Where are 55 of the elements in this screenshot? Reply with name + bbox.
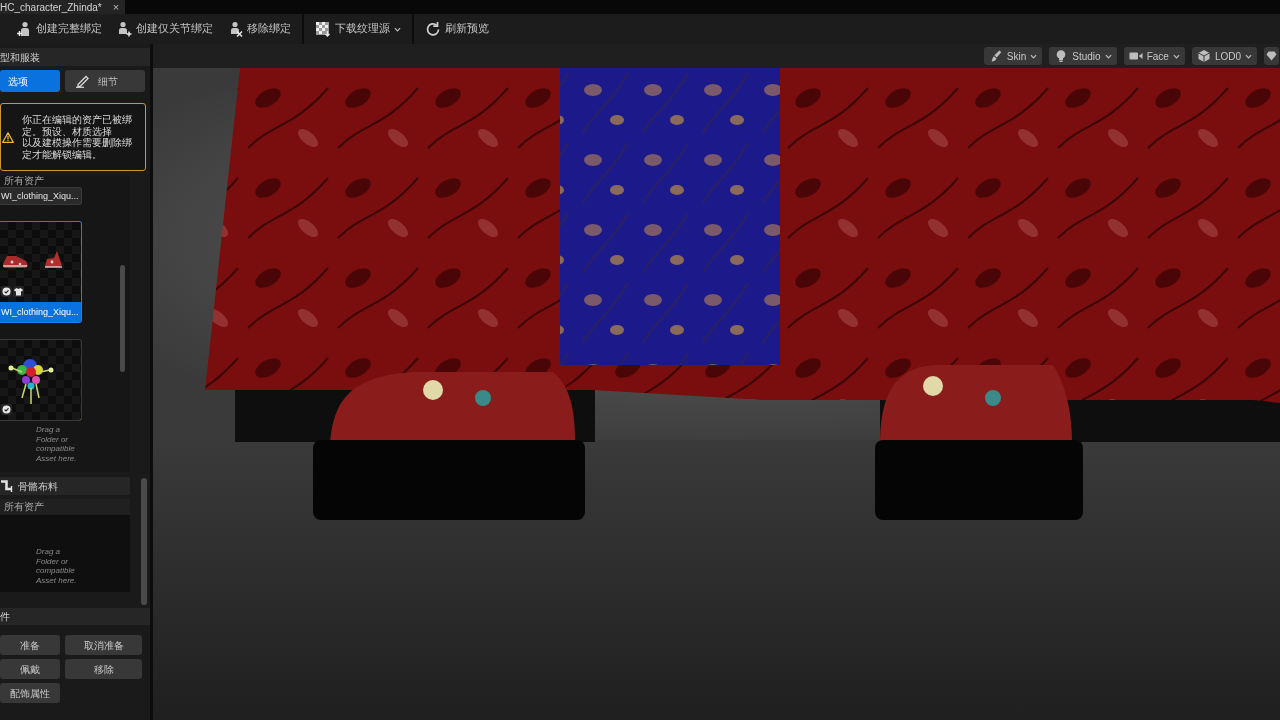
toolbar-button[interactable]: 刷新预览 (418, 16, 496, 42)
action-button[interactable]: 准备 (0, 635, 60, 655)
toolbar-button[interactable]: 创建仅关节绑定 (109, 16, 220, 42)
toolbar-button[interactable]: 移除绑定 (220, 16, 298, 42)
action-button[interactable]: 移除 (65, 659, 142, 679)
warning-text: 以及建模操作需要删除绑定才能解锁编辑。 (22, 137, 133, 160)
check-icon (1, 286, 12, 297)
asset-card[interactable]: WI_clothing_Xiqu... (0, 221, 82, 323)
checkerboard-icon (315, 21, 331, 37)
diamond-icon (1266, 51, 1277, 61)
section-header[interactable]: 型和服装 (0, 48, 150, 66)
bent-pipe-icon (0, 480, 13, 492)
section-title: 型和服装 (0, 50, 40, 65)
section-title: 骨骼布料 (18, 479, 58, 494)
close-button[interactable]: × (109, 1, 123, 13)
warning-text: 你正在编辑的资产已被绑定。预设、材质选择 (22, 114, 133, 137)
shirt-icon (13, 286, 24, 297)
figure-plus-icon (16, 21, 32, 37)
drop-hint: Drag a Folder or compatible Asset here. (36, 425, 78, 464)
scrollbar-thumb[interactable] (141, 478, 147, 605)
scrollbar-thumb[interactable] (120, 265, 125, 372)
document-tab[interactable]: HC_character_Zhinda* × (0, 0, 126, 14)
asset-card[interactable]: WI_clothing_Xiqu... (0, 187, 82, 205)
warning-icon (2, 131, 14, 143)
asset-card[interactable] (0, 339, 82, 421)
filter-label: 所有资产 (3, 175, 45, 187)
figure-plus-icon (116, 21, 132, 37)
viewport-button[interactable] (1264, 47, 1279, 65)
panel-tab[interactable]: 选项 (0, 70, 60, 92)
viewport-button[interactable]: Face (1123, 47, 1185, 65)
accessory-thumbnail-drawing (8, 359, 54, 405)
caret-icon (1245, 53, 1252, 59)
refresh-icon (425, 21, 441, 37)
caret-icon (1030, 53, 1038, 59)
action-button[interactable]: 佩戴 (0, 659, 60, 679)
section-header[interactable]: 骨骼布料 (0, 477, 130, 495)
panel-tab[interactable]: 细节 (65, 70, 145, 92)
drop-hint: Drag a Folder or compatible Asset here. (36, 547, 78, 586)
viewport-button[interactable]: Studio (1049, 47, 1117, 65)
brush-icon (988, 49, 1003, 63)
caret-icon (1104, 53, 1112, 59)
filter-label: 所有资产 (3, 501, 44, 513)
viewport-button[interactable]: Skin (983, 47, 1043, 65)
cube-icon (1196, 49, 1211, 63)
pencil-icon (75, 74, 90, 88)
action-button[interactable]: 配饰属性 (0, 683, 60, 703)
toolbar-button[interactable]: 创建完整绑定 (9, 16, 109, 42)
asset-name: WI_clothing_Xiqu... (0, 302, 81, 322)
section-title: 件 (0, 610, 10, 624)
toolbar-button[interactable]: 下载纹理源 (308, 16, 408, 42)
viewport-button[interactable]: LOD0 (1191, 47, 1257, 65)
check-icon (1, 404, 12, 415)
action-button[interactable]: 取消准备 (65, 635, 142, 655)
section-header[interactable]: 件 (0, 608, 150, 625)
caret-icon (1172, 53, 1180, 59)
